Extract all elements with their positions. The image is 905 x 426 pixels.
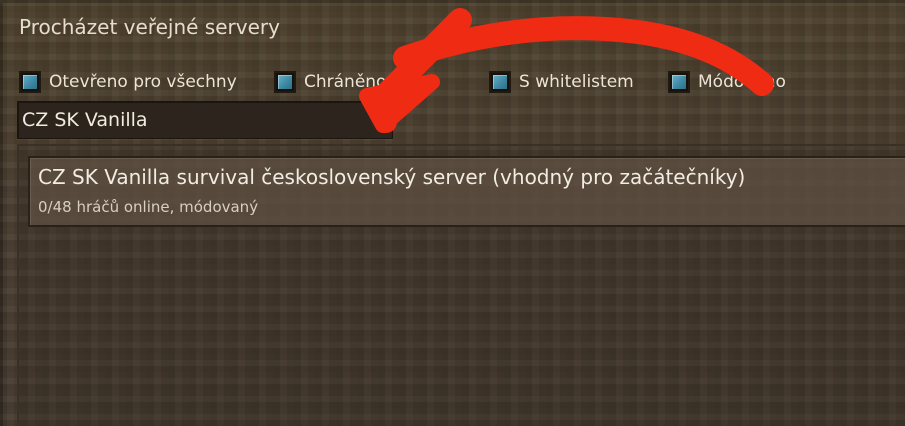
filter-open-for-all[interactable]: Otevřeno pro všechny bbox=[19, 69, 237, 95]
search-input-value[interactable]: CZ SK Vanilla bbox=[22, 109, 148, 131]
server-list-item[interactable]: CZ SK Vanilla survival československý se… bbox=[28, 156, 905, 227]
page-title: Procházet veřejné servery bbox=[19, 15, 280, 39]
filter-whitelisted-checkbox[interactable] bbox=[489, 71, 511, 93]
filter-whitelisted-label: S whitelistem bbox=[519, 72, 634, 92]
browse-servers-panel: Procházet veřejné servery Otevřeno pro v… bbox=[0, 0, 905, 426]
server-player-count: 0/48 hráčů online, módovaný bbox=[38, 198, 259, 216]
server-name: CZ SK Vanilla survival československý se… bbox=[38, 165, 746, 189]
filter-protected[interactable]: Chráněno h bbox=[274, 69, 403, 95]
filter-open-for-all-label: Otevřeno pro všechny bbox=[49, 72, 237, 92]
filter-protected-checkbox[interactable] bbox=[274, 71, 296, 93]
filter-modded-checkbox[interactable] bbox=[668, 71, 690, 93]
filter-whitelisted[interactable]: S whitelistem bbox=[489, 69, 634, 95]
filter-modded-label: Módováno bbox=[698, 72, 786, 92]
filter-open-for-all-checkbox[interactable] bbox=[19, 71, 41, 93]
filter-protected-label: Chráněno h bbox=[304, 72, 403, 92]
filter-modded[interactable]: Módováno bbox=[668, 69, 786, 95]
search-input[interactable]: CZ SK Vanilla bbox=[17, 101, 393, 139]
